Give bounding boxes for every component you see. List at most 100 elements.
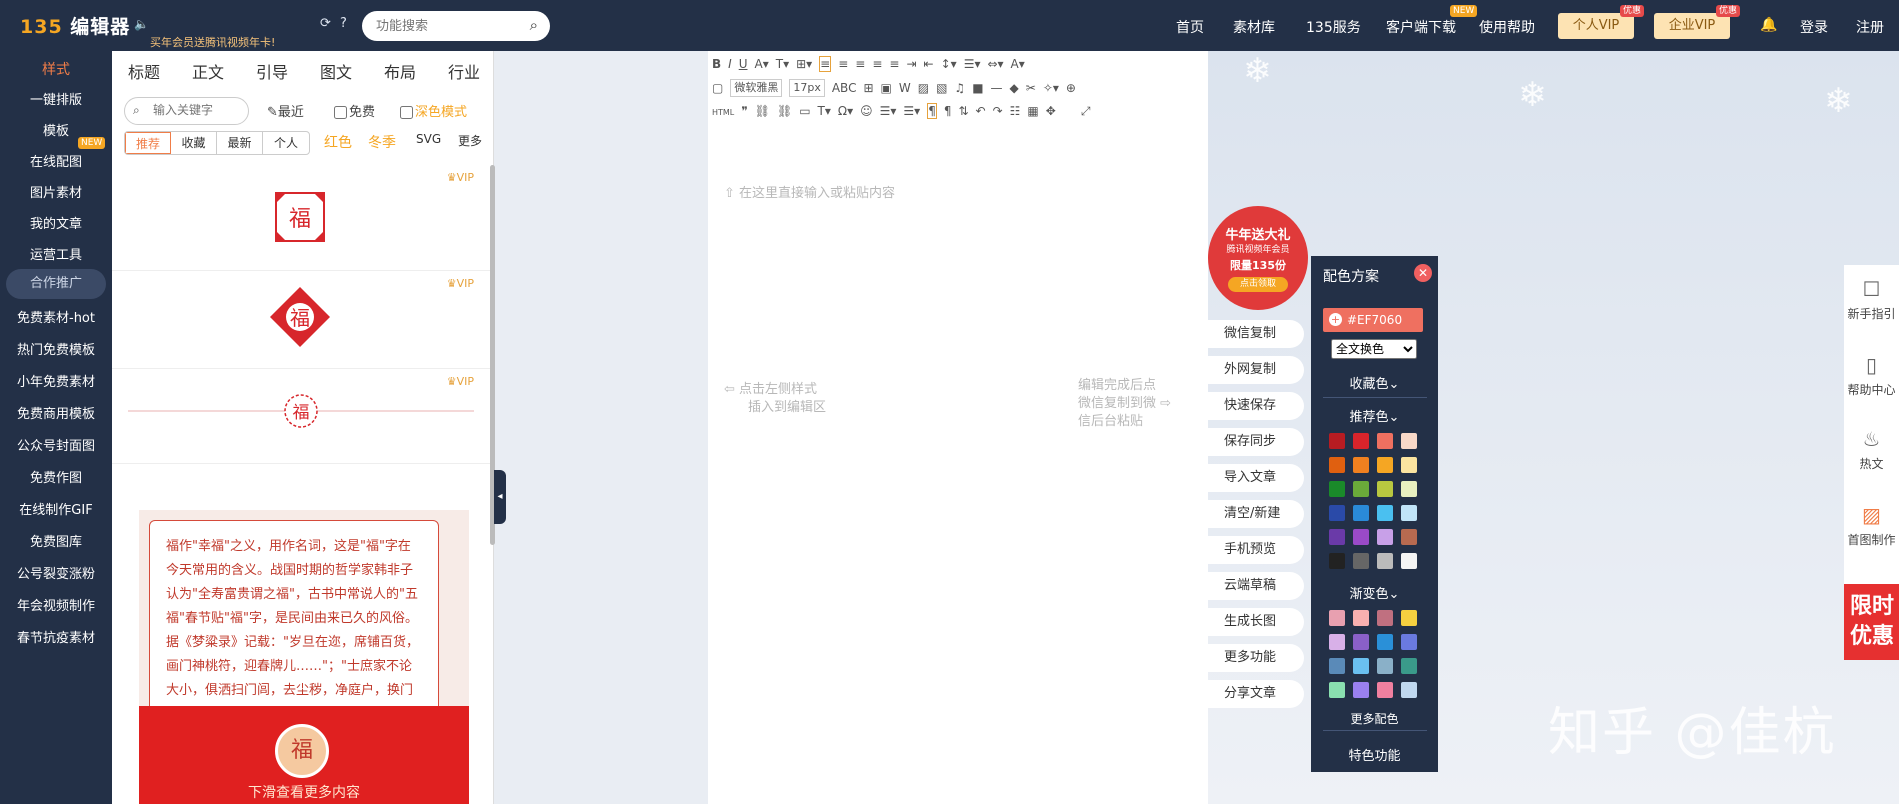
sidebar-item-annual-video[interactable]: 年会视频制作 <box>0 595 112 614</box>
new-doc-icon[interactable]: ▢ <box>712 81 723 95</box>
sidebar-item-partner[interactable]: 合作推广 <box>6 269 106 299</box>
magic-wand-icon[interactable]: ✧▾ <box>1043 81 1059 95</box>
font-color-icon[interactable]: A▾ <box>755 57 769 71</box>
color-swatch[interactable] <box>1377 433 1393 449</box>
color-swatch[interactable] <box>1401 610 1417 626</box>
color-swatch[interactable] <box>1353 481 1369 497</box>
italic-icon[interactable]: I <box>728 57 732 71</box>
sidebar-item-gif[interactable]: 在线制作GIF <box>0 499 112 518</box>
plus-icon[interactable]: + <box>1329 313 1342 326</box>
nav-help[interactable]: 使用帮助 <box>1479 17 1535 37</box>
align-center-icon[interactable]: ≡ <box>838 57 848 71</box>
category-more[interactable]: 更多 <box>458 132 482 149</box>
color-swatch[interactable] <box>1401 634 1417 650</box>
color-swatch[interactable] <box>1353 553 1369 569</box>
gallery-icon[interactable]: ▧ <box>936 81 947 95</box>
color-swatch[interactable] <box>1329 433 1345 449</box>
link-icon[interactable]: ⛓ <box>755 104 770 118</box>
line-height-icon[interactable]: ↕▾ <box>941 57 957 71</box>
bold-icon[interactable]: B <box>712 57 721 71</box>
color-swatch[interactable] <box>1377 658 1393 674</box>
free-check[interactable] <box>334 106 347 119</box>
category-winter[interactable]: 冬季 <box>368 132 396 152</box>
nav-materials[interactable]: 素材库 <box>1233 17 1275 37</box>
list-item[interactable]: ♛VIP 福 <box>112 369 490 464</box>
color-swatch[interactable] <box>1329 658 1345 674</box>
list-item[interactable]: ♛VIP 福 <box>112 271 490 369</box>
template-icon[interactable]: ☷ <box>1010 104 1021 118</box>
grid-icon[interactable]: ▦ <box>1027 104 1038 118</box>
color-swatch[interactable] <box>1329 682 1345 698</box>
font-case-icon[interactable]: A▾ <box>1011 57 1025 71</box>
color-swatch[interactable] <box>1329 481 1345 497</box>
hot-articles-button[interactable]: ♨ 热文 <box>1844 427 1899 472</box>
color-scope-select[interactable]: 全文换色 <box>1331 339 1417 359</box>
sidebar-item-image-materials[interactable]: 图片素材 <box>0 182 112 201</box>
search-input[interactable] <box>376 16 516 36</box>
picture-icon[interactable]: ▨ <box>918 81 929 95</box>
cover-maker-button[interactable]: ▨ 首图制作 <box>1844 503 1899 548</box>
help-center-button[interactable]: ▯ 帮助中心 <box>1844 353 1899 398</box>
recent-filter[interactable]: ✎最近 <box>267 101 304 120</box>
nav-client-download[interactable]: 客户端下载 <box>1386 17 1456 37</box>
mobile-preview-button[interactable]: 手机预览 <box>1208 536 1304 564</box>
editor-placeholder[interactable]: ⇧ 在这里直接输入或粘贴内容 <box>724 182 895 201</box>
color-swatch[interactable] <box>1377 457 1393 473</box>
outdent-icon[interactable]: ⇤ <box>924 57 934 71</box>
title-icon[interactable]: T▾ <box>818 104 831 118</box>
logo[interactable]: 135 编辑器 <box>20 12 130 39</box>
color-swatch[interactable] <box>1329 634 1345 650</box>
search-icon[interactable]: ⌕ <box>530 16 538 34</box>
undo-icon[interactable]: ↶ <box>976 104 986 118</box>
fullscreen-icon[interactable]: ⤢ <box>1081 104 1091 119</box>
import-article-button[interactable]: 导入文章 <box>1208 464 1304 492</box>
font-family-select[interactable]: 微软雅黑 <box>730 79 783 97</box>
register-link[interactable]: 注册 <box>1856 17 1884 37</box>
color-swatch[interactable] <box>1353 658 1369 674</box>
indent-icon[interactable]: ⇥ <box>906 57 916 71</box>
emoji-icon[interactable]: ☺ <box>860 104 873 118</box>
sidebar-item-spring-festival[interactable]: 春节抗疫素材 <box>0 627 112 646</box>
tab-industry[interactable]: 行业 <box>448 59 480 83</box>
limited-offer-banner[interactable]: 限时优惠 <box>1844 584 1899 660</box>
music-icon[interactable]: ♫ <box>954 81 965 95</box>
sidebar-item-styles[interactable]: 样式 <box>0 59 112 79</box>
color-swatch[interactable] <box>1353 529 1369 545</box>
color-swatch[interactable] <box>1329 505 1345 521</box>
help-icon[interactable]: ? <box>340 16 347 31</box>
list-item[interactable]: ♛VIP 福 <box>112 165 490 271</box>
zoom-icon[interactable]: ⊕ <box>1066 81 1076 95</box>
color-swatch[interactable] <box>1401 553 1417 569</box>
color-swatch[interactable] <box>1377 553 1393 569</box>
segment-latest[interactable]: 最新 <box>217 132 263 154</box>
color-swatch[interactable] <box>1401 433 1417 449</box>
unlink-icon[interactable]: ⛓ <box>777 104 792 118</box>
promo-text[interactable]: 买年会员送腾讯视频年卡! <box>150 34 275 50</box>
sidebar-item-fission[interactable]: 公号裂变涨粉 <box>0 563 112 582</box>
sidebar-item-free-gallery[interactable]: 免费图库 <box>0 531 112 550</box>
color-swatch[interactable] <box>1353 433 1369 449</box>
sidebar-item-my-articles[interactable]: 我的文章 <box>0 213 112 232</box>
color-swatch[interactable] <box>1401 658 1417 674</box>
paragraph-spacing-icon[interactable]: ☰▾ <box>964 57 981 71</box>
category-red[interactable]: 红色 <box>324 132 352 152</box>
video-icon[interactable]: ■ <box>972 81 983 95</box>
beginner-guide-button[interactable]: ☐ 新手指引 <box>1844 277 1899 322</box>
more-features-button[interactable]: 更多功能 <box>1208 644 1304 672</box>
sidebar-item-hot-free-templates[interactable]: 热门免费模板 <box>0 339 112 358</box>
bullet-icon[interactable]: ☰▾ <box>903 104 920 118</box>
hr-icon[interactable]: — <box>991 81 1003 95</box>
color-swatch[interactable] <box>1353 457 1369 473</box>
color-swatch[interactable] <box>1353 634 1369 650</box>
search-box[interactable]: ⌕ <box>362 11 550 41</box>
color-swatch[interactable] <box>1377 529 1393 545</box>
color-swatch[interactable] <box>1353 610 1369 626</box>
color-swatch[interactable] <box>1353 505 1369 521</box>
wechat-copy-button[interactable]: 微信复制 <box>1208 320 1304 348</box>
card-icon[interactable]: ▭ <box>799 104 810 118</box>
dark-mode-checkbox[interactable]: 深色模式 <box>400 101 467 120</box>
omega-icon[interactable]: Ω▾ <box>838 104 853 118</box>
save-sync-button[interactable]: 保存同步 <box>1208 428 1304 456</box>
sidebar-item-auto-layout[interactable]: 一键排版 <box>0 89 112 108</box>
clear-new-button[interactable]: 清空/新建 <box>1208 500 1304 528</box>
